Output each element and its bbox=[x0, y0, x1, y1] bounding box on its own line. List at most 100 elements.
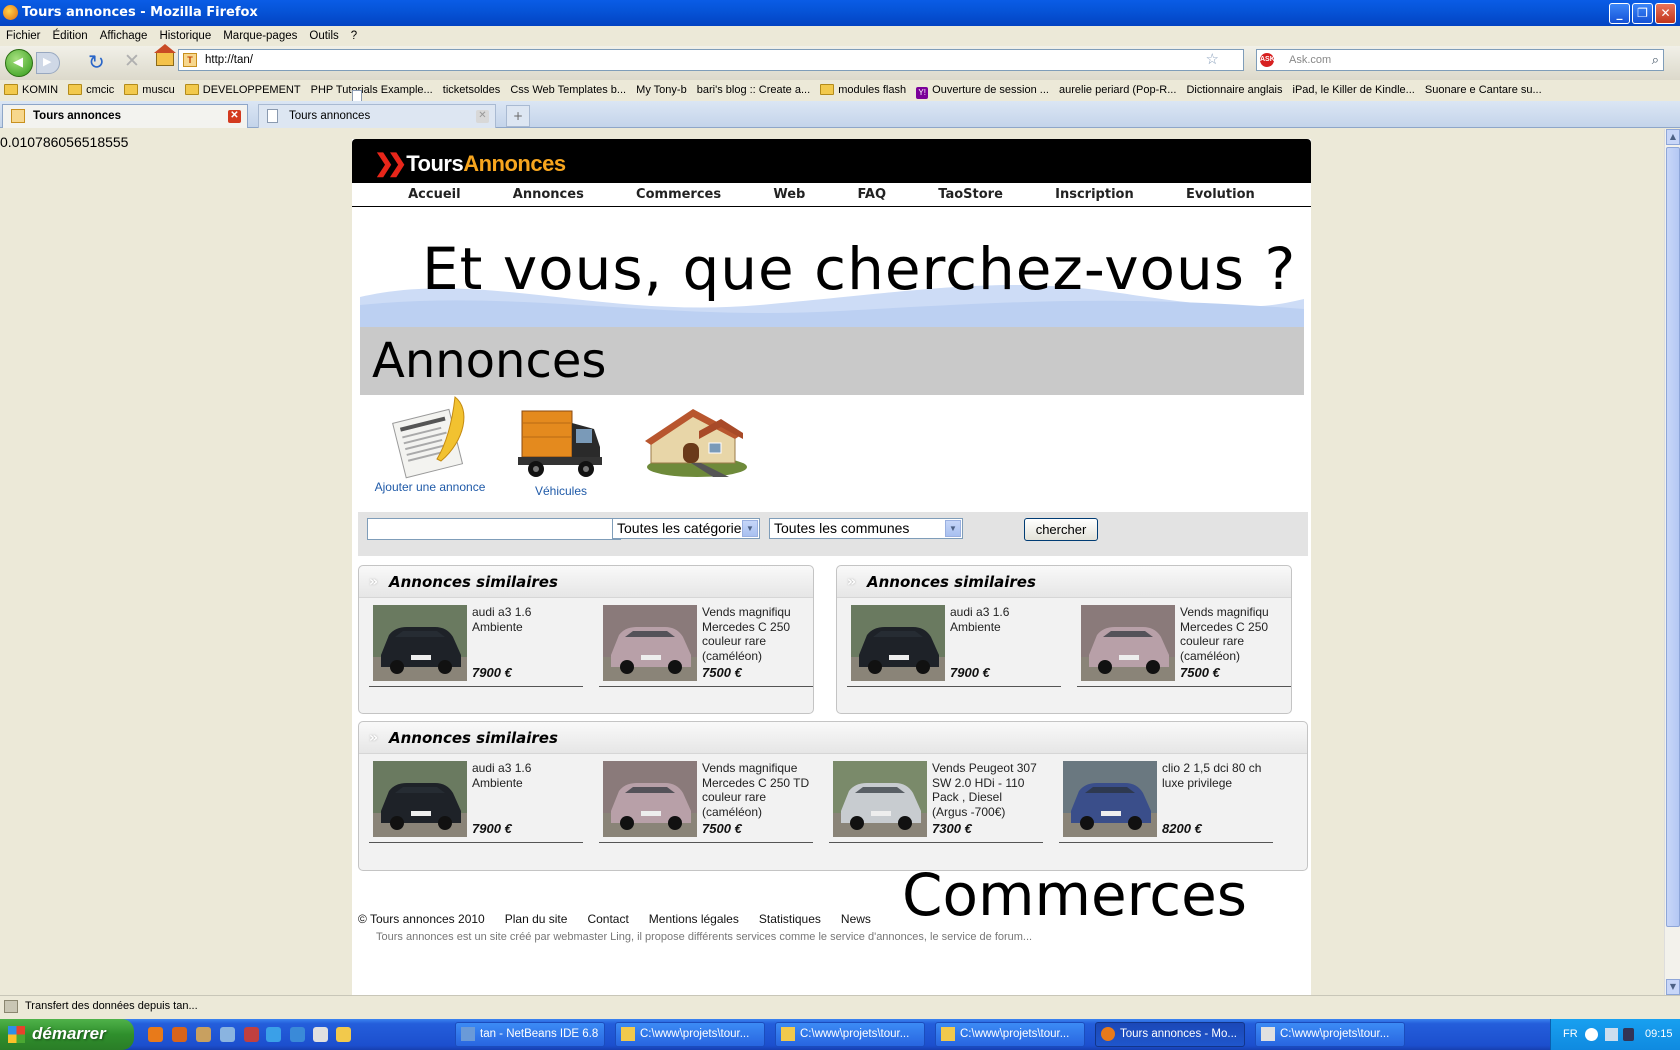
ad-description[interactable]: clio 2 1,5 dci 80 ch luxe privilege bbox=[1162, 761, 1270, 790]
category-select[interactable]: Toutes les catégories ▼ bbox=[612, 518, 760, 539]
nav-evolution[interactable]: Evolution bbox=[1186, 183, 1255, 206]
add-annonce-link[interactable]: Ajouter une annonce bbox=[372, 395, 488, 494]
new-tab-button[interactable]: + bbox=[506, 105, 530, 127]
firefox-quicklaunch-icon[interactable] bbox=[172, 1027, 187, 1042]
bookmark-baris-blog[interactable]: bari's blog :: Create a... bbox=[352, 80, 813, 101]
car-photo[interactable] bbox=[1063, 761, 1157, 837]
nav-faq[interactable]: FAQ bbox=[858, 183, 887, 206]
nav-accueil[interactable]: Accueil bbox=[408, 183, 460, 206]
scrollbar-thumb[interactable] bbox=[1666, 147, 1680, 927]
menu-outils[interactable]: Outils bbox=[303, 26, 344, 46]
menu-edition[interactable]: Édition bbox=[47, 26, 94, 46]
task-explorer-4[interactable]: C:\www\projets\tour... bbox=[1255, 1022, 1405, 1047]
shield-icon[interactable] bbox=[1623, 1028, 1634, 1041]
car-photo[interactable] bbox=[1081, 605, 1175, 681]
menu-marque-pages[interactable]: Marque-pages bbox=[217, 26, 303, 46]
language-indicator[interactable]: FR bbox=[1563, 1019, 1578, 1050]
ad-item[interactable]: audi a3 1.6 Ambiente 7900 € bbox=[369, 605, 583, 687]
car-photo[interactable] bbox=[833, 761, 927, 837]
search-button[interactable]: chercher bbox=[1024, 518, 1098, 541]
folder-quicklaunch-icon[interactable] bbox=[336, 1027, 351, 1042]
menu-fichier[interactable]: Fichier bbox=[0, 26, 47, 46]
app-quicklaunch-icon[interactable] bbox=[244, 1027, 259, 1042]
reload-icon[interactable]: ↻ bbox=[88, 50, 105, 74]
ie-quicklaunch-icon[interactable] bbox=[290, 1027, 305, 1042]
close-window-button[interactable]: ✕ bbox=[1655, 3, 1676, 24]
bookmark-suonare[interactable]: Suonare e Cantare su... bbox=[352, 80, 1545, 101]
start-button[interactable]: démarrer bbox=[0, 1019, 134, 1050]
ask-engine-icon[interactable]: ASK bbox=[1260, 53, 1275, 67]
menu-help[interactable]: ? bbox=[345, 26, 363, 46]
bookmark-my-tony-b[interactable]: My Tony-b bbox=[352, 80, 690, 101]
nav-annonces[interactable]: Annonces bbox=[513, 183, 584, 206]
scroll-down-icon[interactable]: ▼ bbox=[1666, 979, 1680, 995]
menu-historique[interactable]: Historique bbox=[153, 26, 217, 46]
ad-description[interactable]: Vends magnifiqu Mercedes C 250 couleur r… bbox=[702, 605, 810, 663]
address-bar[interactable]: T http://tan/ ☆ bbox=[178, 49, 1244, 71]
bookmark-star-icon[interactable]: ☆ bbox=[1206, 50, 1219, 70]
network-icon[interactable] bbox=[1605, 1028, 1618, 1041]
tool-quicklaunch-icon[interactable] bbox=[220, 1027, 235, 1042]
site-logo[interactable]: ❯❯ ToursAnnonces bbox=[374, 149, 566, 178]
footer-mentions-legales[interactable]: Mentions légales bbox=[649, 912, 739, 926]
car-photo[interactable] bbox=[603, 605, 697, 681]
bookmark-ticketsoldes[interactable]: ticketsoldes bbox=[352, 80, 503, 101]
tab-tours-annonces[interactable]: Tours annonces ✕ bbox=[258, 104, 496, 128]
task-explorer-1[interactable]: C:\www\projets\tour... bbox=[615, 1022, 765, 1047]
ad-item[interactable]: clio 2 1,5 dci 80 ch luxe privilege 8200… bbox=[1059, 761, 1273, 843]
ad-item[interactable]: audi a3 1.6 Ambiente 7900 € bbox=[847, 605, 1061, 687]
menu-affichage[interactable]: Affichage bbox=[94, 26, 154, 46]
nav-inscription[interactable]: Inscription bbox=[1055, 183, 1134, 206]
nav-web[interactable]: Web bbox=[773, 183, 805, 206]
keyword-input[interactable] bbox=[367, 518, 621, 540]
close-tab-icon[interactable]: ✕ bbox=[228, 110, 241, 123]
bookmark-modules-flash[interactable]: modules flash bbox=[816, 80, 909, 101]
maximize-button[interactable]: ❐ bbox=[1632, 3, 1653, 24]
clock[interactable]: 09:15 bbox=[1645, 1019, 1673, 1050]
car-photo[interactable] bbox=[851, 605, 945, 681]
car-photo[interactable] bbox=[373, 761, 467, 837]
back-button[interactable] bbox=[5, 49, 33, 77]
footer-plan-du-site[interactable]: Plan du site bbox=[505, 912, 568, 926]
scroll-up-icon[interactable]: ▲ bbox=[1666, 129, 1680, 145]
search-box[interactable]: ASK Ask.com ⌕ bbox=[1256, 49, 1664, 71]
bookmark-muscu[interactable]: muscu bbox=[120, 80, 177, 101]
ad-description[interactable]: Vends Peugeot 307 SW 2.0 HDi - 110 Pack … bbox=[932, 761, 1040, 819]
vehicules-link[interactable]: Véhicules bbox=[506, 403, 616, 498]
ad-item[interactable]: Vends magnifiqu Mercedes C 250 couleur r… bbox=[599, 605, 813, 687]
close-tab-icon[interactable]: ✕ bbox=[476, 110, 489, 123]
ad-item[interactable]: Vends magnifiqu Mercedes C 250 couleur r… bbox=[1077, 605, 1291, 687]
stop-icon[interactable]: ✕ bbox=[124, 50, 140, 72]
task-firefox[interactable]: Tours annonces - Mo... bbox=[1095, 1022, 1245, 1047]
task-explorer-2[interactable]: C:\www\projets\tour... bbox=[775, 1022, 925, 1047]
user-quicklaunch-icon[interactable] bbox=[196, 1027, 211, 1042]
nav-commerces[interactable]: Commerces bbox=[636, 183, 721, 206]
footer-statistiques[interactable]: Statistiques bbox=[759, 912, 821, 926]
app-quicklaunch-icon[interactable] bbox=[313, 1027, 328, 1042]
car-photo[interactable] bbox=[603, 761, 697, 837]
ad-item[interactable]: Vends Peugeot 307 SW 2.0 HDi - 110 Pack … bbox=[829, 761, 1043, 843]
commune-select[interactable]: Toutes les communes ▼ bbox=[769, 518, 963, 539]
tray-icon[interactable] bbox=[1585, 1028, 1598, 1041]
bookmark-ipad[interactable]: iPad, le Killer de Kindle... bbox=[352, 80, 1418, 101]
footer-contact[interactable]: Contact bbox=[587, 912, 628, 926]
bookmark-cmcic[interactable]: cmcic bbox=[64, 80, 117, 101]
ad-description[interactable]: Vends magnifique Mercedes C 250 TD coule… bbox=[702, 761, 810, 819]
task-explorer-3[interactable]: C:\www\projets\tour... bbox=[935, 1022, 1085, 1047]
task-netbeans[interactable]: tan - NetBeans IDE 6.8 bbox=[455, 1022, 605, 1047]
car-photo[interactable] bbox=[373, 605, 467, 681]
immobilier-link[interactable] bbox=[642, 405, 752, 482]
tab-tours-annonces-active[interactable]: Tours annonces ✕ bbox=[2, 104, 248, 128]
search-icon[interactable]: ⌕ bbox=[1652, 50, 1659, 70]
ad-item[interactable]: audi a3 1.6 Ambiente 7900 € bbox=[369, 761, 583, 843]
ad-description[interactable]: audi a3 1.6 Ambiente bbox=[472, 761, 580, 790]
ad-description[interactable]: Vends magnifiqu Mercedes C 250 couleur r… bbox=[1180, 605, 1288, 663]
ie-quicklaunch-icon[interactable] bbox=[266, 1027, 281, 1042]
footer-news[interactable]: News bbox=[841, 912, 871, 926]
home-icon[interactable] bbox=[154, 44, 176, 66]
bookmark-ouverture-session[interactable]: Y! Ouverture de session ... bbox=[912, 80, 1052, 101]
firefox-quicklaunch-icon[interactable] bbox=[148, 1027, 163, 1042]
ad-description[interactable]: audi a3 1.6 Ambiente bbox=[472, 605, 580, 634]
bookmark-aurelie-periard[interactable]: aurelie periard (Pop-R... bbox=[352, 80, 1179, 101]
vertical-scrollbar[interactable]: ▲ ▼ bbox=[1664, 129, 1680, 995]
